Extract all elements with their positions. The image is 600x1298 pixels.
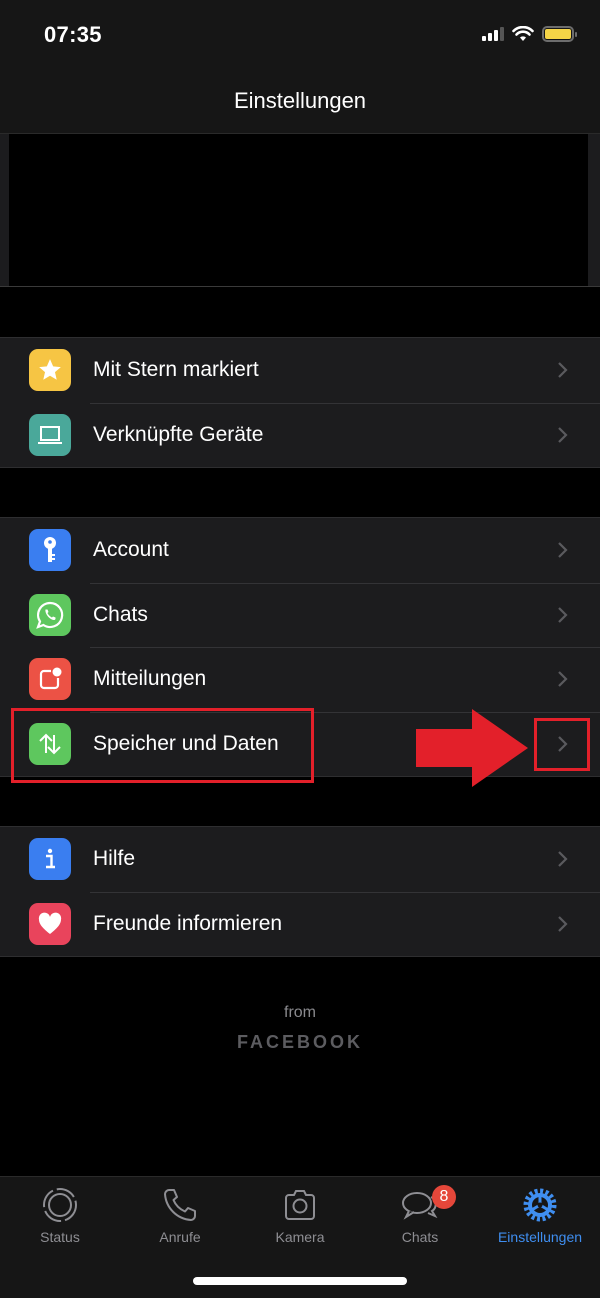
tab-settings[interactable]: Einstellungen — [480, 1185, 600, 1245]
key-icon — [29, 529, 71, 572]
tab-calls[interactable]: Anrufe — [120, 1185, 240, 1245]
tab-label: Anrufe — [159, 1229, 201, 1245]
settings-item-tell-friends[interactable]: Freunde informieren — [0, 891, 600, 957]
chevron-right-icon — [558, 362, 568, 379]
signal-icon — [482, 27, 504, 41]
gear-icon — [523, 1188, 557, 1222]
tab-label: Einstellungen — [497, 1229, 583, 1245]
chevron-right-icon — [558, 606, 568, 623]
red-arrow-icon — [416, 709, 528, 787]
battery-icon — [542, 26, 577, 42]
settings-item-label: Chats — [93, 602, 148, 626]
navigation-bar: Einstellungen — [0, 70, 600, 133]
settings-item-label: Mitteilungen — [93, 667, 207, 691]
page-title: Einstellungen — [233, 88, 367, 113]
laptop-icon — [29, 413, 71, 456]
chevron-right-icon — [558, 671, 568, 688]
footer-from: from — [284, 1004, 316, 1021]
profile-redacted-area — [9, 134, 588, 286]
footer-brand: FACEBOOK — [236, 1032, 363, 1052]
home-indicator[interactable] — [193, 1277, 407, 1285]
chevron-right-icon — [558, 915, 568, 932]
notification-icon — [29, 658, 71, 701]
phone-icon — [164, 1189, 196, 1221]
settings-item-chats[interactable]: Chats — [0, 582, 600, 648]
tab-camera[interactable]: Kamera — [240, 1185, 360, 1245]
chevron-right-icon — [558, 542, 568, 559]
settings-item-label: Hilfe — [93, 847, 136, 871]
settings-item-account[interactable]: Account — [0, 518, 600, 583]
tab-label: Status — [40, 1229, 80, 1245]
settings-item-notifications[interactable]: Mitteilungen — [0, 647, 600, 712]
chevron-right-icon — [558, 426, 568, 443]
settings-item-linked-devices[interactable]: Verknüpfte Geräte — [0, 402, 600, 468]
settings-group-1: Mit Stern markiert Verknüpfte Geräte — [0, 337, 600, 468]
status-bar: 07:35 — [0, 0, 600, 70]
highlight-box-item — [11, 708, 314, 783]
profile-section[interactable] — [0, 133, 600, 287]
settings-group-3: Hilfe Freunde informieren — [0, 826, 600, 957]
tab-label: Kamera — [275, 1229, 325, 1245]
settings-item-help[interactable]: Hilfe — [0, 827, 600, 892]
status-icon — [43, 1188, 77, 1222]
settings-item-label: Verknüpfte Geräte — [93, 422, 264, 446]
highlight-box-chevron — [534, 718, 590, 771]
status-time: 07:35 — [44, 22, 102, 47]
status-icons — [482, 26, 577, 42]
chevron-right-icon — [558, 851, 568, 868]
wifi-icon — [512, 26, 534, 41]
tab-chats[interactable]: 8 Chats — [360, 1185, 480, 1245]
info-icon — [29, 838, 71, 881]
tab-status[interactable]: Status — [0, 1185, 120, 1245]
camera-icon — [285, 1190, 315, 1220]
settings-item-label: Freunde informieren — [93, 911, 283, 935]
heart-icon — [29, 902, 71, 945]
tab-label: Chats — [401, 1229, 439, 1245]
star-icon — [29, 349, 71, 392]
unread-badge: 8 — [432, 1185, 456, 1209]
settings-item-label: Mit Stern markiert — [93, 358, 259, 382]
whatsapp-icon — [29, 593, 71, 636]
settings-item-starred[interactable]: Mit Stern markiert — [0, 338, 600, 403]
settings-item-label: Account — [93, 538, 169, 562]
